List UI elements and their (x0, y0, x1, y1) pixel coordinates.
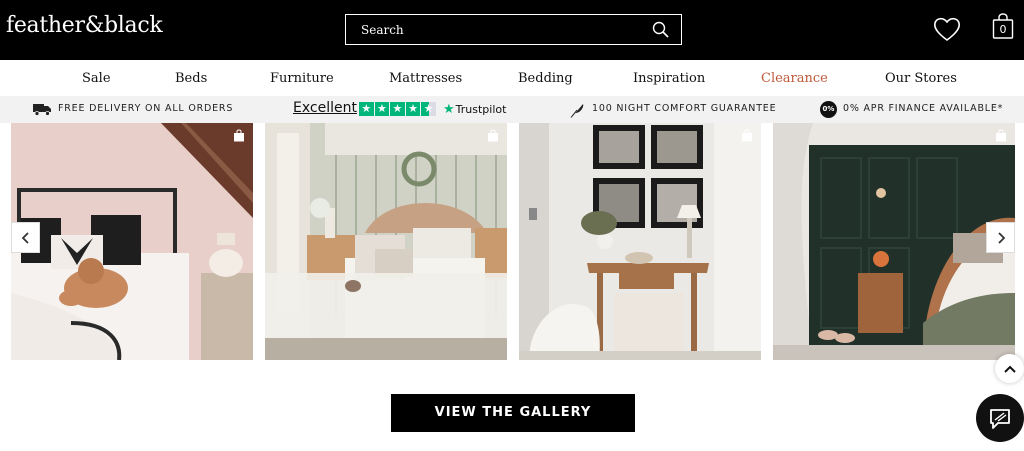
search-input[interactable] (346, 15, 636, 44)
gallery-tile-console-table[interactable] (519, 123, 761, 360)
star-icon: ★ (405, 102, 421, 116)
basket-button[interactable]: 0 (990, 12, 1016, 40)
chevron-left-icon (21, 231, 29, 244)
gallery-tile-sage-bedroom[interactable] (265, 123, 507, 360)
nav-item-clearance[interactable]: Clearance (761, 71, 828, 86)
star-icon: ★ (359, 102, 374, 116)
chat-widget-button[interactable] (976, 394, 1024, 442)
search-icon[interactable] (651, 20, 671, 40)
gallery-next-button[interactable] (986, 222, 1015, 253)
shoppable-bag-icon[interactable] (741, 129, 753, 142)
star-icon: ★ (374, 102, 390, 116)
nav-item-our-stores[interactable]: Our Stores (885, 71, 957, 86)
gallery-tile-green-bedroom[interactable] (773, 123, 1015, 360)
nav-item-furniture[interactable]: Furniture (270, 71, 334, 86)
nav-item-sale[interactable]: Sale (82, 71, 111, 86)
site-header: feather&black 0 (0, 0, 1024, 60)
main-navigation: Sale Beds Furniture Mattresses Bedding I… (0, 60, 1024, 96)
chevron-right-icon (997, 231, 1005, 244)
trustpilot-star-icon: ★ (443, 102, 455, 117)
trustpilot-brand: Trustpilot (455, 103, 507, 116)
shoppable-bag-icon[interactable] (487, 129, 499, 142)
trustpilot-stars[interactable]: ★ ★ ★ ★ ★ (359, 102, 436, 116)
star-icon: ★ (390, 102, 405, 116)
delivery-truck-icon (33, 104, 51, 116)
shoppable-bag-icon[interactable] (995, 129, 1007, 142)
comfort-guarantee-text[interactable]: 100 NIGHT COMFORT GUARANTEE (592, 103, 776, 114)
search-box[interactable] (345, 14, 682, 45)
bedroom-photo (773, 123, 1015, 360)
hallway-photo (519, 123, 761, 360)
gallery-prev-button[interactable] (11, 222, 40, 253)
bedroom-photo (265, 123, 507, 360)
brand-logo[interactable]: feather&black (6, 13, 163, 38)
wishlist-heart-icon[interactable] (932, 15, 962, 43)
nav-item-bedding[interactable]: Bedding (518, 71, 573, 86)
bedroom-photo (11, 123, 253, 360)
chevron-up-icon (1003, 365, 1016, 373)
view-gallery-button[interactable]: VIEW THE GALLERY (391, 394, 635, 432)
nav-item-inspiration[interactable]: Inspiration (633, 71, 705, 86)
basket-count: 0 (999, 23, 1007, 36)
half-star-icon: ★ (421, 102, 436, 116)
feather-icon (570, 104, 584, 118)
trustpilot-rating-text[interactable]: Excellent (293, 100, 357, 116)
scroll-to-top-button[interactable] (995, 354, 1024, 383)
usp-bar: FREE DELIVERY ON ALL ORDERS Excellent ★ … (0, 96, 1024, 123)
shoppable-bag-icon[interactable] (233, 129, 245, 142)
finance-badge: 0% (820, 101, 837, 118)
finance-text[interactable]: 0% APR FINANCE AVAILABLE* (843, 103, 1003, 114)
free-delivery-text[interactable]: FREE DELIVERY ON ALL ORDERS (58, 103, 233, 114)
chat-bubble-icon (990, 409, 1010, 429)
trustpilot-logo[interactable]: ★Trustpilot (443, 102, 506, 117)
nav-item-beds[interactable]: Beds (175, 71, 207, 86)
gallery-tile-pink-bedroom[interactable] (11, 123, 253, 360)
nav-item-mattresses[interactable]: Mattresses (389, 71, 462, 86)
